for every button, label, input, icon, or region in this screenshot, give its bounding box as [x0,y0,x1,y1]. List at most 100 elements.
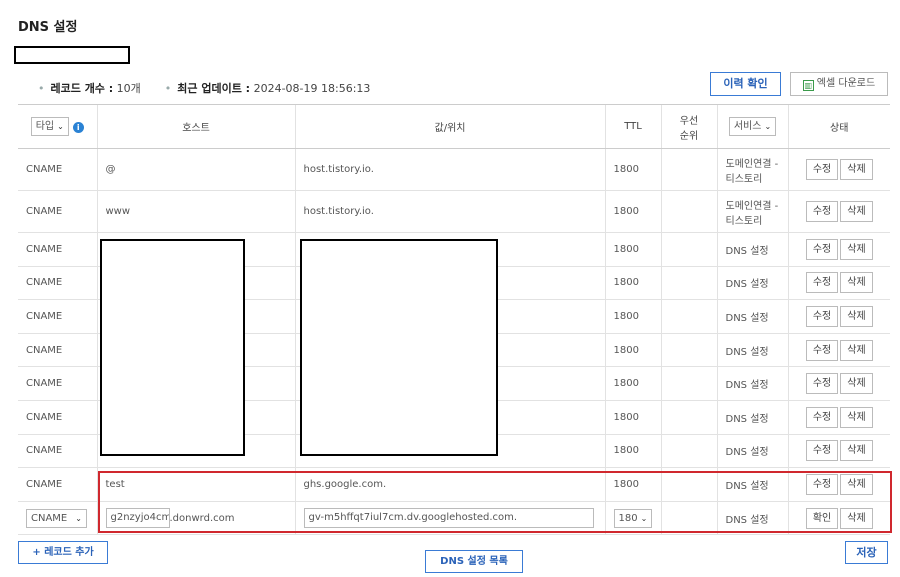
edit-button[interactable]: 수정 [805,473,839,495]
type-filter-select[interactable]: 타입 ⌄ [30,117,69,136]
record-priority [660,434,717,469]
service-column-header: 서비스 ⌄ [716,104,788,149]
redacted-values [300,239,498,456]
record-count: • 레코드 개수 : 10개 [38,82,141,95]
record-actions: 수정 삭제 [787,266,890,301]
new-record-service: DNS 설정 [716,501,788,536]
record-ttl: 1800 [604,232,661,267]
record-type: CNAME [18,299,97,334]
record-ttl: 1800 [604,190,661,233]
type-select[interactable]: CNAME ⌄ [26,508,87,528]
new-record-actions: 확인 삭제 [787,501,890,536]
host-column-header: 호스트 [96,104,295,149]
bullet-icon: • [164,82,172,95]
record-ttl: 1800 [604,148,661,191]
record-type: CNAME [18,232,97,267]
delete-button[interactable]: 삭제 [840,305,873,327]
record-service: 도메인연결 - 티스토리 [716,190,788,233]
record-actions: 수정 삭제 [787,148,890,191]
record-priority [660,266,717,301]
save-button[interactable]: 저장 [845,541,888,564]
record-service: DNS 설정 [716,434,788,469]
record-ttl: 1800 [604,333,661,368]
confirm-button[interactable]: 확인 [805,507,839,529]
chevron-down-icon: ⌄ [764,122,772,131]
delete-button[interactable]: 삭제 [840,406,873,428]
new-record-priority [660,501,717,536]
record-value: host.tistory.io. [294,148,605,191]
dns-list-button[interactable]: DNS 설정 목록 [425,550,523,573]
excel-icon: ▥ [802,80,814,91]
new-record-host: g2nzyjo4cmp.donwrd.com [96,501,295,536]
record-service: DNS 설정 [716,366,788,401]
delete-button[interactable]: 삭제 [840,238,873,260]
record-ttl: 1800 [604,400,661,435]
record-priority [660,467,717,502]
record-ttl: 1800 [604,266,661,301]
bullet-icon: • [38,82,45,95]
edit-button[interactable]: 수정 [805,339,839,361]
value-column-header: 값/위치 [294,104,605,149]
delete-button[interactable]: 삭제 [840,373,873,395]
record-type: CNAME [18,400,97,435]
record-host: test [96,467,295,502]
last-updated: • 최근 업데이트 : 2024-08-19 18:56:13 [164,82,371,95]
host-domain-suffix: .donwrd.com [169,513,235,525]
ttl-column-header: TTL [604,104,661,149]
redacted-hosts [100,239,245,456]
record-service: DNS 설정 [716,299,788,334]
host-input[interactable]: g2nzyjo4cmp [105,508,170,529]
record-ttl: 1800 [604,434,661,469]
delete-button[interactable]: 삭제 [840,507,873,529]
new-record-type: CNAME ⌄ [18,501,97,536]
record-priority [660,299,717,334]
value-input[interactable]: gv-m5hffqt7iul7cm.dv.googlehosted.com. [303,508,594,529]
record-value: ghs.google.com. [294,467,605,502]
record-host: @ [96,148,295,191]
record-priority [660,232,717,267]
edit-button[interactable]: 수정 [805,159,839,180]
record-priority [660,333,717,368]
chevron-down-icon: ⌄ [57,122,64,131]
edit-button[interactable]: 수정 [805,305,839,327]
ttl-select[interactable]: 180 ⌄ [613,508,653,528]
record-type: CNAME [18,266,97,301]
excel-download-button[interactable]: ▥ 엑셀 다운로드 [790,72,888,96]
record-priority [660,190,717,233]
type-column-header: 타입 ⌄ i [18,104,97,149]
table-row: CNAME @ host.tistory.io. 1800 도메인연결 - 티스토… [18,148,890,191]
new-record-row: CNAME⌄ g2nzyjo4cmp.donwrd.com gv-m5hffqt… [18,501,890,536]
record-type: CNAME [18,366,97,401]
edit-button[interactable]: 수정 [805,272,839,294]
delete-button[interactable]: 삭제 [840,473,873,495]
record-actions: 수정 삭제 [787,232,890,267]
record-actions: 수정 삭제 [787,299,890,334]
delete-button[interactable]: 삭제 [840,272,873,294]
record-actions: 수정 삭제 [787,333,890,368]
delete-button[interactable]: 삭제 [840,440,873,462]
redacted-domain [14,46,130,64]
add-record-button[interactable]: + 레코드 추가 [18,541,108,564]
record-service: 도메인연결 - 티스토리 [716,148,788,191]
status-column-header: 상태 [787,104,890,149]
record-ttl: 1800 [604,366,661,401]
edit-button[interactable]: 수정 [805,238,839,260]
chevron-down-icon: ⌄ [75,513,82,523]
delete-button[interactable]: 삭제 [840,159,873,180]
record-service: DNS 설정 [716,333,788,368]
edit-button[interactable]: 수정 [805,373,839,395]
info-icon[interactable]: i [72,122,84,133]
record-priority [660,400,717,435]
record-actions: 수정 삭제 [787,366,890,401]
history-button[interactable]: 이력 확인 [710,72,781,96]
delete-button[interactable]: 삭제 [840,201,873,222]
service-filter-select[interactable]: 서비스 ⌄ [728,117,777,136]
edit-button[interactable]: 수정 [805,440,839,462]
table-header: 타입 ⌄ i 호스트 값/위치 TTL 우선 순위 서비스 ⌄ 상태 [18,104,890,149]
record-ttl: 1800 [604,467,661,502]
record-value: host.tistory.io. [294,190,605,233]
new-record-ttl: 180 ⌄ [604,501,661,536]
edit-button[interactable]: 수정 [805,406,839,428]
edit-button[interactable]: 수정 [805,201,839,222]
delete-button[interactable]: 삭제 [840,339,873,361]
